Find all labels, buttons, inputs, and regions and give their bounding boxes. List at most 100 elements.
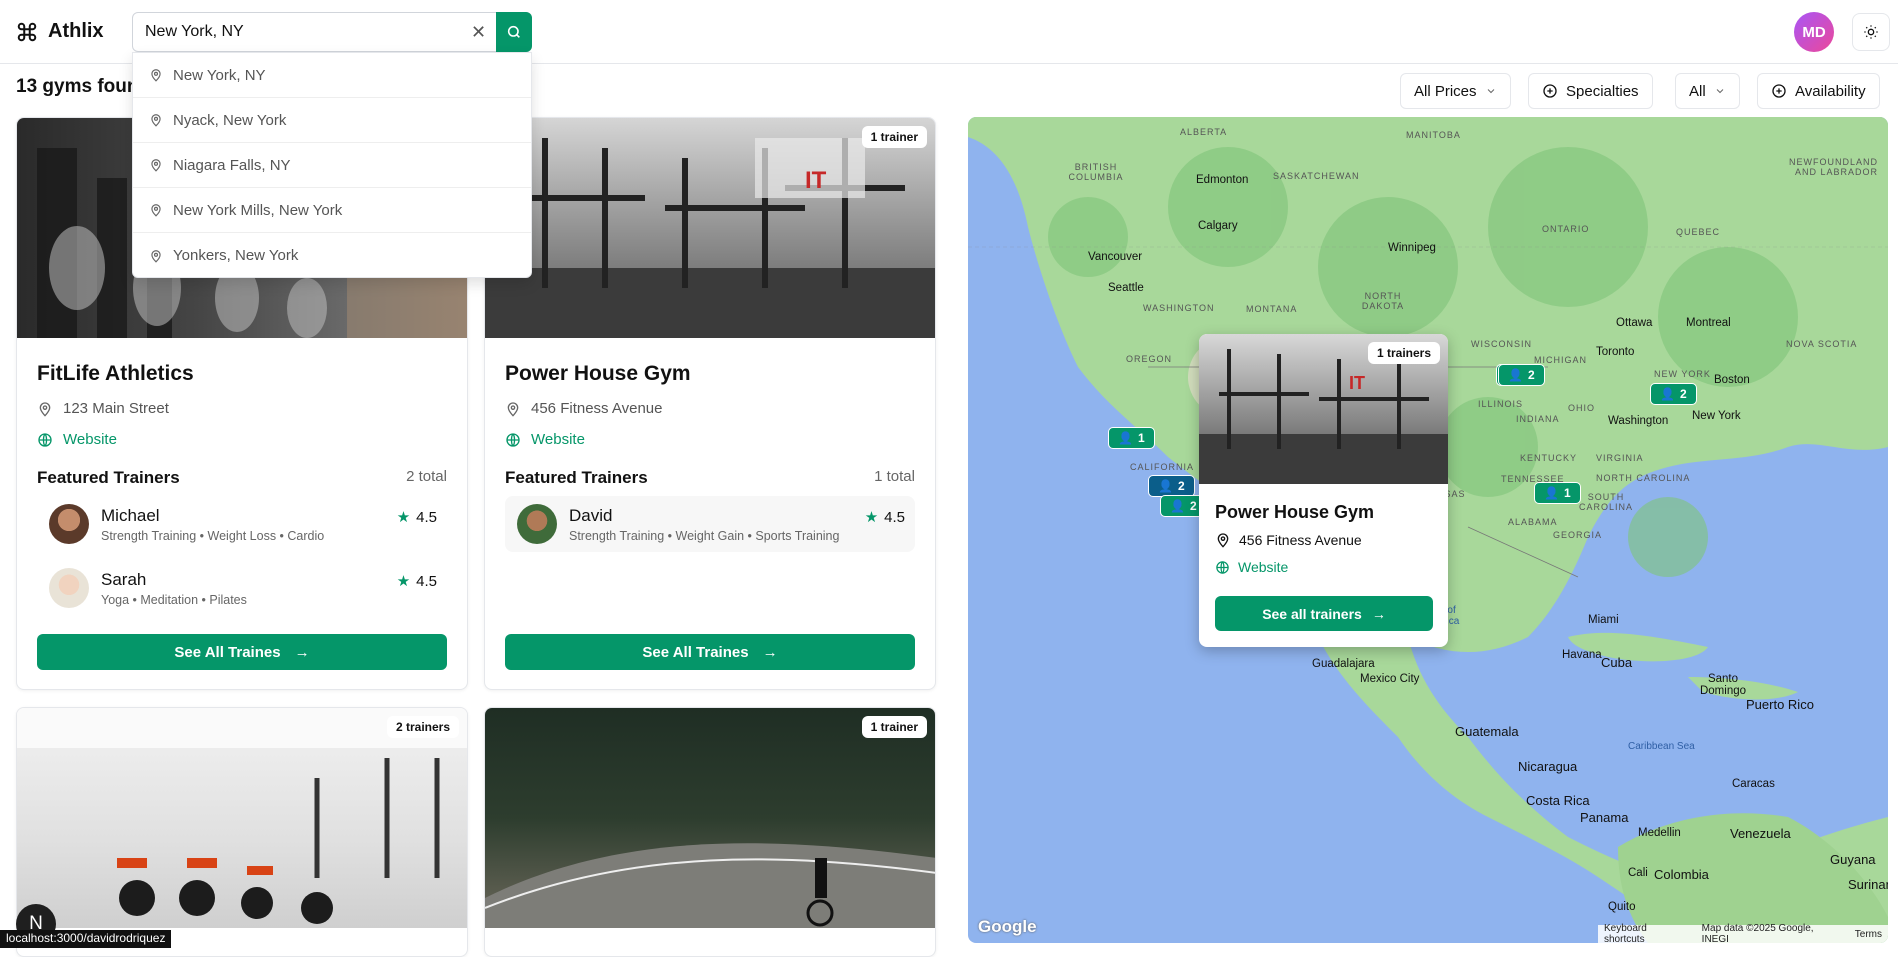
map-label: SASKATCHEWAN <box>1273 171 1360 181</box>
map-pin-icon <box>1217 533 1229 548</box>
user-icon: 👤 <box>1158 479 1173 493</box>
trainer-row[interactable]: David Strength Training • Weight Gain • … <box>505 496 915 552</box>
map-label: Guatemala <box>1455 724 1519 739</box>
map-label: Washington <box>1608 415 1669 427</box>
map-marker[interactable]: 👤 2 <box>1498 364 1545 386</box>
map-label: New York <box>1692 410 1741 422</box>
map-label: Edmonton <box>1196 174 1249 186</box>
theme-toggle-button[interactable] <box>1852 13 1890 51</box>
gym-photo: 1 trainer <box>485 708 935 928</box>
website-text: Website <box>63 431 117 448</box>
featured-label: Featured Trainers <box>37 468 180 487</box>
trainer-name: Sarah <box>101 570 147 589</box>
trainer-avatar <box>49 504 89 544</box>
trainer-rating: ★ 4.5 <box>397 572 437 591</box>
map-attribution: Keyboard shortcuts Map data ©2025 Google… <box>1598 923 1888 943</box>
availability-filter[interactable]: Availability <box>1757 73 1880 109</box>
globe-icon <box>1216 560 1229 574</box>
star-icon: ★ <box>864 509 879 526</box>
marker-count: 2 <box>1679 387 1687 401</box>
popup-website-link[interactable]: Website <box>1215 559 1288 575</box>
map-label: SOUTH CAROLINA <box>1578 492 1633 512</box>
map-label: OREGON <box>1126 354 1173 364</box>
gym-card[interactable]: IT 1 trainer Power House Gym 456 Fitness… <box>484 117 936 690</box>
location-search[interactable]: ✕ <box>132 12 532 52</box>
map-label: Costa Rica <box>1526 793 1590 808</box>
gym-website-link[interactable]: Website <box>505 431 915 448</box>
suggestion-dropdown: New York, NY Nyack, New York Niagara Fal… <box>132 52 532 278</box>
all-filter[interactable]: All <box>1675 73 1740 109</box>
popup-gym-name[interactable]: Power House Gym <box>1215 502 1374 523</box>
address-text: 123 Main Street <box>63 400 169 417</box>
gym-card[interactable]: 2 trainers <box>16 707 468 957</box>
map-label: ILLINOIS <box>1478 399 1524 409</box>
map-pin-icon <box>507 401 519 417</box>
gym-card[interactable]: 1 trainer <box>484 707 936 957</box>
map-label: QUEBEC <box>1676 227 1721 237</box>
map-marker[interactable]: 👤 2 <box>1148 475 1195 497</box>
map-label: WISCONSIN <box>1471 339 1533 349</box>
app-logo[interactable]: Athlix <box>16 20 104 43</box>
map-label: Toronto <box>1596 346 1635 358</box>
suggestion-item[interactable]: Yonkers, New York <box>133 233 531 278</box>
terms-link[interactable]: Terms <box>1855 929 1882 940</box>
website-text: Website <box>531 431 585 448</box>
user-icon: 👤 <box>1118 431 1133 445</box>
sun-icon <box>1864 25 1878 39</box>
popup-address: 456 Fitness Avenue <box>1215 532 1362 548</box>
trainer-rating: ★ 4.5 <box>864 508 905 527</box>
map-label: MONTANA <box>1246 304 1298 314</box>
search-button[interactable] <box>496 12 532 52</box>
map-label: Suriname <box>1848 877 1888 892</box>
suggestion-item[interactable]: New York, NY <box>133 53 531 98</box>
map-pin-icon <box>151 249 161 263</box>
suggestion-item[interactable]: New York Mills, New York <box>133 188 531 233</box>
star-icon: ★ <box>396 509 411 526</box>
address-text: 456 Fitness Avenue <box>531 400 663 417</box>
map-label: Havana <box>1562 649 1602 661</box>
all-filter-label: All <box>1689 82 1706 100</box>
price-filter-label: All Prices <box>1414 82 1477 100</box>
gym-popup[interactable]: IT 1 trainers Power House Gym 456 Fitnes… <box>1199 334 1448 647</box>
suggestion-item[interactable]: Nyack, New York <box>133 98 531 143</box>
see-all-trainers-button[interactable]: See All Traines → <box>37 634 447 670</box>
user-icon: 👤 <box>1544 486 1559 500</box>
marker-count: 2 <box>1177 479 1185 493</box>
see-all-trainers-button[interactable]: See All Traines → <box>505 634 915 670</box>
map-marker[interactable]: 👤1 <box>1108 427 1155 449</box>
trainer-specialties: Strength Training • Weight Loss • Cardio <box>101 529 325 543</box>
map-label: Venezuela <box>1730 826 1791 841</box>
gym-website-link[interactable]: Website <box>37 431 447 448</box>
gym-name[interactable]: FitLife Athletics <box>37 362 447 386</box>
price-filter[interactable]: All Prices <box>1400 73 1511 109</box>
search-input[interactable] <box>145 21 445 43</box>
availability-filter-label: Availability <box>1795 82 1866 100</box>
map-label: VIRGINIA <box>1596 453 1644 463</box>
svg-text:IT: IT <box>1349 373 1365 393</box>
map-label: Mexico City <box>1360 673 1420 685</box>
trainer-row[interactable]: Sarah Yoga • Meditation • Pilates ★ 4.5 <box>37 560 447 616</box>
trainer-count-badge: 1 trainer <box>861 126 927 148</box>
specialties-filter[interactable]: Specialties <box>1528 73 1653 109</box>
trainer-avatar <box>49 568 89 608</box>
close-icon[interactable]: ✕ <box>471 22 486 43</box>
google-logo: Google <box>978 917 1037 936</box>
keyboard-shortcuts-link[interactable]: Keyboard shortcuts <box>1604 923 1690 943</box>
map-marker[interactable]: 👤 2 <box>1650 383 1697 405</box>
address-text: 456 Fitness Avenue <box>1239 532 1362 548</box>
marker-count: 2 <box>1189 499 1197 513</box>
map-label: KENTUCKY <box>1520 453 1578 463</box>
trainer-avatar <box>517 504 557 544</box>
featured-trainers-header: Featured Trainers 1 total <box>505 468 915 488</box>
map-pin-icon <box>151 69 161 82</box>
map-pin-icon <box>151 114 161 127</box>
map-label: Seattle <box>1108 282 1144 294</box>
command-icon <box>17 22 37 41</box>
map-marker[interactable]: 👤1 <box>1534 482 1581 504</box>
user-avatar[interactable]: MD <box>1794 12 1834 52</box>
gym-name[interactable]: Power House Gym <box>505 362 915 386</box>
suggestion-item[interactable]: Niagara Falls, NY <box>133 143 531 188</box>
rating-value: 4.5 <box>416 572 437 590</box>
trainer-row[interactable]: Michael Strength Training • Weight Loss … <box>37 496 447 552</box>
popup-see-all-trainers-button[interactable]: See all trainers → <box>1215 596 1433 631</box>
